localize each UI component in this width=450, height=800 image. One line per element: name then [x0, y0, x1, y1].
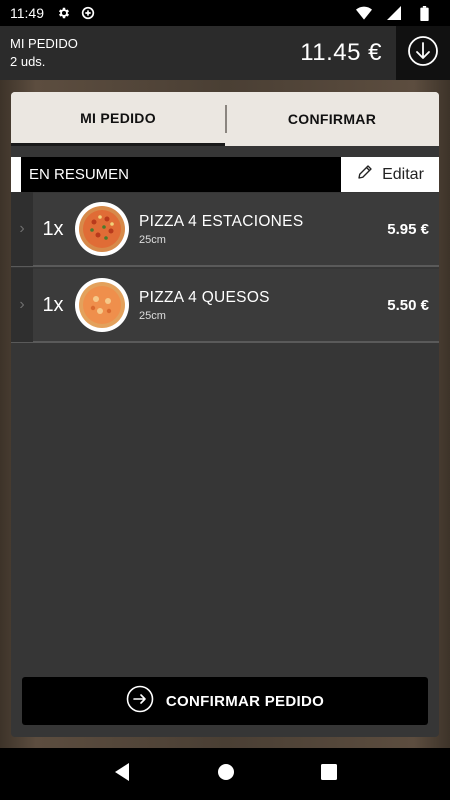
pencil-icon	[356, 163, 374, 186]
tabs: MI PEDIDO CONFIRMAR	[11, 92, 439, 146]
tab-label: MI PEDIDO	[80, 109, 156, 126]
item-size: 25cm	[139, 233, 166, 246]
gear-icon	[56, 5, 72, 21]
item-info: PIZZA 4 QUESOS 25cm	[139, 289, 387, 322]
chevron-right-icon[interactable]: ›	[11, 192, 33, 266]
status-bar: 11:49	[0, 0, 450, 26]
order-item[interactable]: › 1x PIZZA 4 QUESOS 25cm 5.50 €	[11, 268, 439, 343]
data-saver-icon	[80, 5, 96, 21]
order-total: 11.45 €	[300, 39, 382, 66]
item-info: PIZZA 4 ESTACIONES 25cm	[139, 213, 387, 246]
order-items: › 1x PIZZA 4 ESTACIONES 25cm 5.95 € › 1x…	[11, 192, 439, 345]
battery-icon	[416, 5, 432, 21]
back-icon[interactable]	[113, 762, 131, 787]
arrow-down-circle-icon	[407, 35, 439, 72]
arrow-right-circle-icon	[126, 685, 154, 717]
order-panel: MI PEDIDO CONFIRMAR EN RESUMEN Editar › …	[11, 92, 439, 737]
order-summary-text: MI PEDIDO 2 uds.	[0, 35, 78, 71]
system-nav-bar	[0, 748, 450, 800]
tab-divider	[225, 105, 227, 133]
summary-label: EN RESUMEN	[11, 157, 341, 192]
confirm-order-label: CONFIRMAR PEDIDO	[165, 692, 325, 710]
recents-icon[interactable]	[321, 763, 337, 785]
item-quantity: 1x	[42, 293, 64, 316]
edit-label: Editar	[382, 165, 424, 183]
edit-button[interactable]: Editar	[341, 157, 439, 192]
summary-label-text: EN RESUMEN	[29, 166, 130, 183]
order-title: MI PEDIDO	[10, 36, 78, 51]
confirm-order-button[interactable]: CONFIRMAR PEDIDO	[22, 677, 428, 725]
item-size: 25cm	[139, 309, 166, 322]
summary-bar: EN RESUMEN Editar	[11, 157, 439, 192]
home-icon[interactable]	[217, 763, 235, 786]
status-time: 11:49	[10, 5, 44, 21]
signal-icon	[386, 5, 402, 21]
order-count: 2 uds.	[10, 54, 46, 69]
chevron-right-icon[interactable]: ›	[11, 268, 33, 342]
wifi-icon	[356, 5, 372, 21]
tab-label: CONFIRMAR	[287, 111, 377, 127]
item-name: PIZZA 4 QUESOS	[139, 288, 270, 306]
tab-confirmar[interactable]: CONFIRMAR	[225, 92, 439, 146]
tab-mi-pedido[interactable]: MI PEDIDO	[11, 92, 225, 146]
item-price: 5.95 €	[387, 220, 429, 238]
order-header: MI PEDIDO 2 uds. 11.45 €	[0, 26, 450, 80]
item-name: PIZZA 4 ESTACIONES	[139, 212, 304, 230]
pizza-image	[75, 202, 129, 256]
pizza-image	[75, 278, 129, 332]
collapse-order-button[interactable]	[396, 26, 450, 80]
item-price: 5.50 €	[387, 296, 429, 314]
order-item[interactable]: › 1x PIZZA 4 ESTACIONES 25cm 5.95 €	[11, 192, 439, 267]
item-quantity: 1x	[42, 217, 64, 240]
